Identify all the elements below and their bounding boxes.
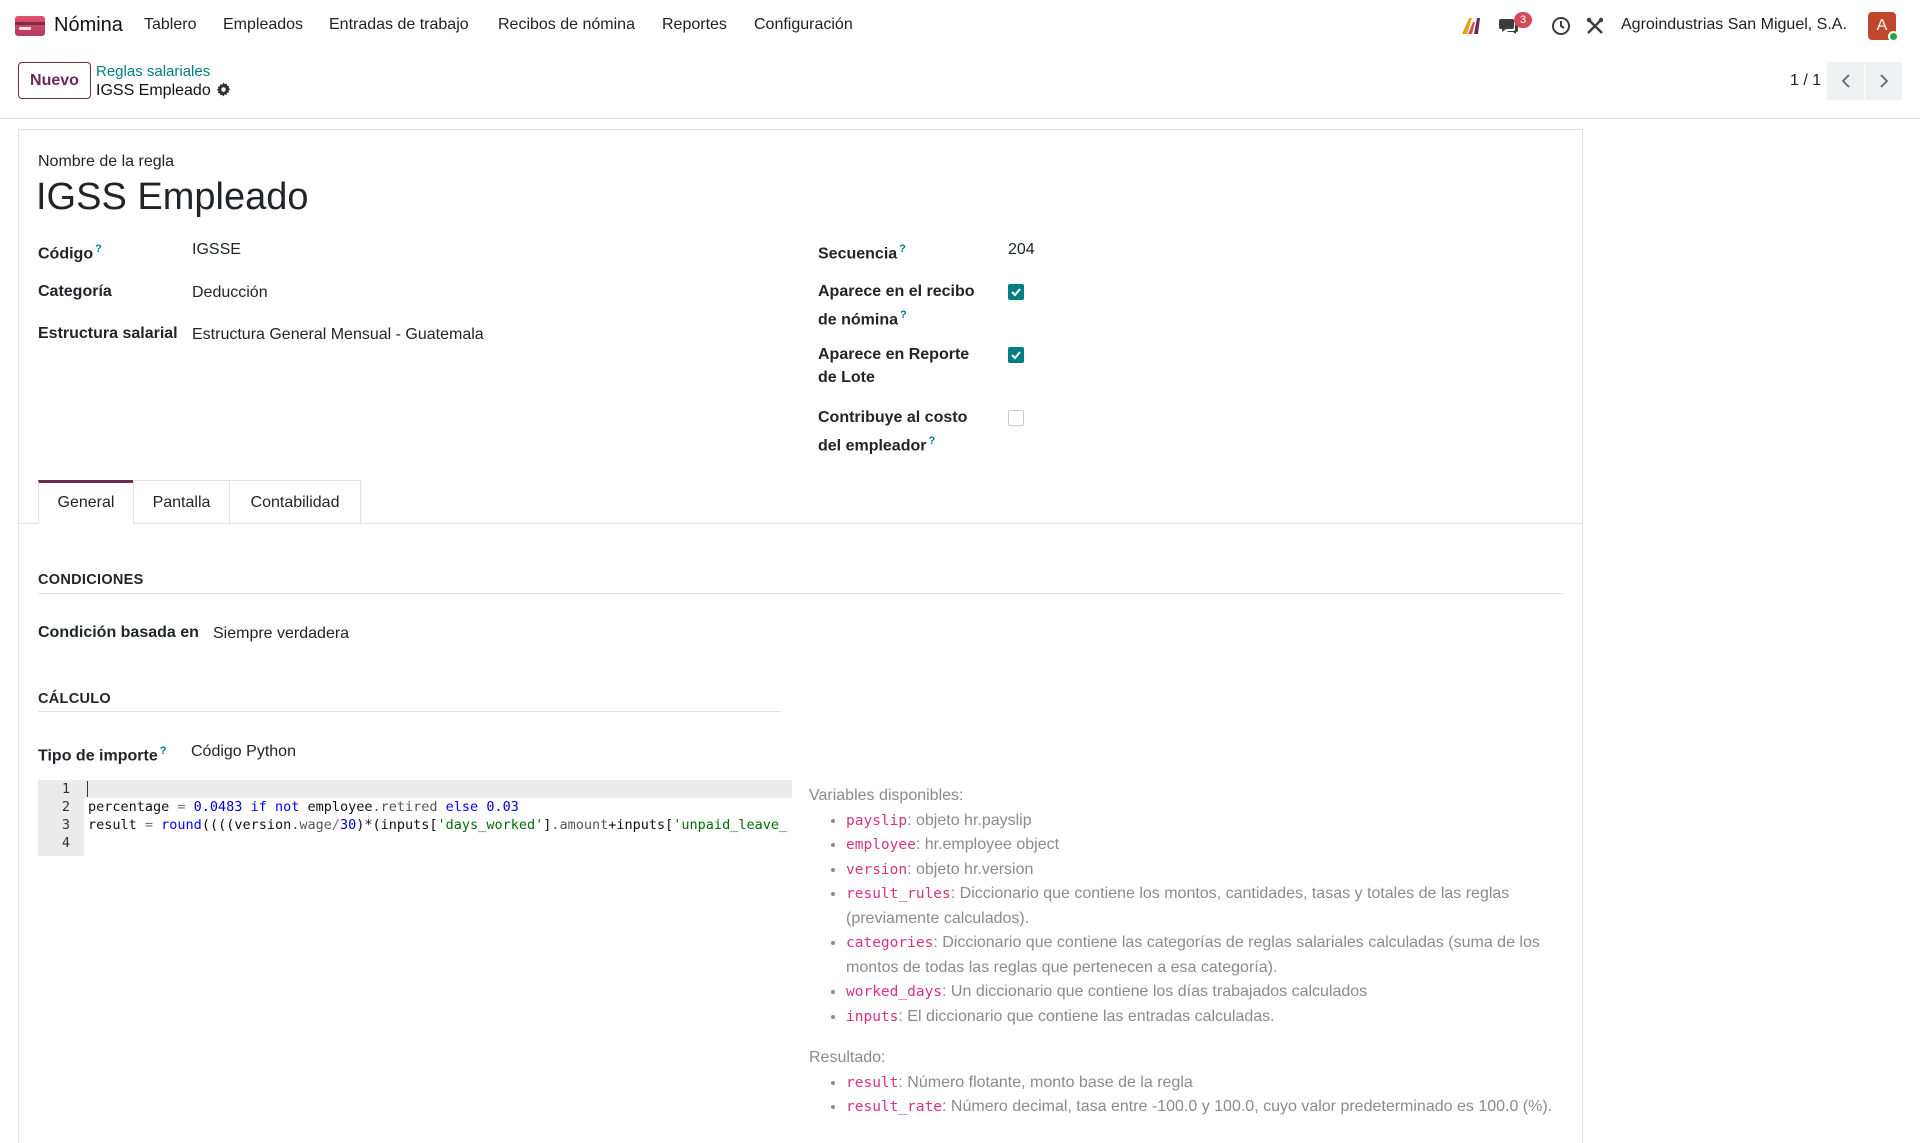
- checkmark-icon: [1011, 288, 1021, 297]
- conditions-divider: [38, 593, 1563, 594]
- menu-recibos-de-nomina[interactable]: Recibos de nómina: [498, 16, 635, 34]
- list-item: result_rate: Número decimal, tasa entre …: [846, 1095, 1567, 1120]
- gear-icon[interactable]: [216, 82, 231, 102]
- salary-structure-field[interactable]: Estructura General Mensual - Guatemala: [192, 323, 484, 347]
- code-line-2[interactable]: percentage = 0.0483 if not employee.reti…: [88, 798, 792, 816]
- line-number: 3: [61, 817, 70, 833]
- chevron-left-icon: [1841, 74, 1850, 88]
- line-number: 2: [61, 799, 70, 815]
- list-item: version: objeto hr.version: [846, 858, 1567, 883]
- amount-type-label: Tipo de importe?: [38, 745, 167, 765]
- messages-count-badge: 3: [1514, 12, 1533, 28]
- menu-configuracion[interactable]: Configuración: [754, 16, 853, 34]
- category-field[interactable]: Deducción: [192, 281, 268, 305]
- menu-empleados[interactable]: Empleados: [223, 16, 303, 34]
- list-item: categories: Diccionario que contiene las…: [846, 931, 1567, 980]
- python-help-panel: Variables disponibles: payslip: objeto h…: [809, 784, 1567, 1120]
- employer-cost-checkbox[interactable]: [1008, 410, 1024, 426]
- variables-title: Variables disponibles:: [809, 787, 964, 804]
- appears-payslip-checkbox[interactable]: [1008, 284, 1024, 300]
- sequence-help-icon[interactable]: ?: [899, 243, 906, 255]
- result-title: Resultado:: [809, 1049, 886, 1066]
- pager-value[interactable]: 1 / 1: [1790, 72, 1821, 90]
- list-item: result: Número flotante, monto base de l…: [846, 1071, 1567, 1096]
- payroll-app-icon[interactable]: [15, 16, 45, 36]
- code-line-3[interactable]: result = round((((version.wage/30)*(inpu…: [88, 816, 792, 834]
- code-help-icon[interactable]: ?: [95, 243, 102, 255]
- menu-entradas-de-trabajo[interactable]: Entradas de trabajo: [329, 16, 469, 34]
- calculation-divider: [38, 711, 781, 712]
- pager-previous-button[interactable]: [1827, 62, 1864, 100]
- line-number: 4: [61, 835, 70, 851]
- ai-assistant-icon[interactable]: [1459, 14, 1483, 38]
- amount-type-help-icon[interactable]: ?: [160, 745, 167, 757]
- appears-batch-label-line2: de Lote: [818, 369, 875, 386]
- condition-field[interactable]: Siempre verdadera: [213, 622, 349, 646]
- appears-payslip-label-line2: de nómina?: [818, 309, 907, 329]
- breadcrumb-current-record: IGSS Empleado: [96, 82, 211, 99]
- list-item: worked_days: Un diccionario que contiene…: [846, 980, 1567, 1005]
- condition-label: Condición basada en: [38, 624, 199, 641]
- debug-tools-icon[interactable]: [1583, 14, 1607, 38]
- conditions-section-title: CONDICIONES: [38, 572, 144, 588]
- rule-name-label: Nombre de la regla: [38, 153, 175, 170]
- rule-name-field[interactable]: IGSS Empleado: [36, 173, 308, 221]
- appears-batch-label-line1: Aparece en Reporte: [818, 346, 970, 363]
- list-item: inputs: El diccionario que contiene las …: [846, 1005, 1567, 1030]
- code-label: Código?: [38, 243, 102, 263]
- python-code-editor[interactable]: 1 2 3 4 percentage = 0.0483 if not emplo…: [38, 780, 792, 856]
- breadcrumb-salary-rules[interactable]: Reglas salariales: [96, 63, 210, 80]
- tab-pantalla[interactable]: Pantalla: [133, 480, 230, 524]
- list-item: employee: hr.employee object: [846, 833, 1567, 858]
- list-item: result_rules: Diccionario que contiene l…: [846, 882, 1567, 931]
- tab-general[interactable]: General: [38, 480, 134, 524]
- employer-cost-help-icon[interactable]: ?: [928, 435, 935, 447]
- variables-list: payslip: objeto hr.payslip employee: hr.…: [809, 809, 1567, 1030]
- appears-payslip-help-icon[interactable]: ?: [900, 309, 907, 321]
- tab-contabilidad[interactable]: Contabilidad: [229, 480, 361, 524]
- employer-cost-label-line2: del empleador?: [818, 435, 936, 455]
- activity-clock-icon[interactable]: [1549, 14, 1573, 38]
- sequence-label: Secuencia?: [818, 243, 906, 263]
- appears-batch-checkbox[interactable]: [1008, 347, 1024, 363]
- new-button[interactable]: Nuevo: [18, 62, 91, 99]
- checkmark-icon: [1011, 351, 1021, 360]
- list-item: payslip: objeto hr.payslip: [846, 809, 1567, 834]
- category-label: Categoría: [38, 283, 112, 300]
- top-navbar: Nómina Tablero Empleados Entradas de tra…: [0, 0, 1920, 52]
- code-field[interactable]: IGSSE: [192, 238, 241, 262]
- online-status-dot: [1888, 31, 1899, 42]
- menu-tablero[interactable]: Tablero: [144, 16, 196, 34]
- salary-structure-label: Estructura salarial: [38, 325, 178, 342]
- appears-payslip-label-line1: Aparece en el recibo: [818, 283, 975, 300]
- line-number: 1: [61, 781, 70, 797]
- company-switcher[interactable]: Agroindustrias San Miguel, S.A.: [1621, 16, 1847, 34]
- pager-next-button[interactable]: [1865, 62, 1902, 100]
- amount-type-field[interactable]: Código Python: [191, 740, 296, 764]
- control-panel-divider: [0, 118, 1920, 119]
- calculation-section-title: CÁLCULO: [38, 691, 111, 707]
- editor-active-line: [84, 780, 792, 798]
- editor-cursor: [87, 781, 88, 797]
- app-name[interactable]: Nómina: [54, 14, 123, 37]
- menu-reportes[interactable]: Reportes: [662, 16, 727, 34]
- chevron-right-icon: [1879, 74, 1888, 88]
- sequence-field[interactable]: 204: [1008, 238, 1035, 262]
- employer-cost-label-line1: Contribuye al costo: [818, 409, 968, 426]
- results-list: result: Número flotante, monto base de l…: [809, 1071, 1567, 1120]
